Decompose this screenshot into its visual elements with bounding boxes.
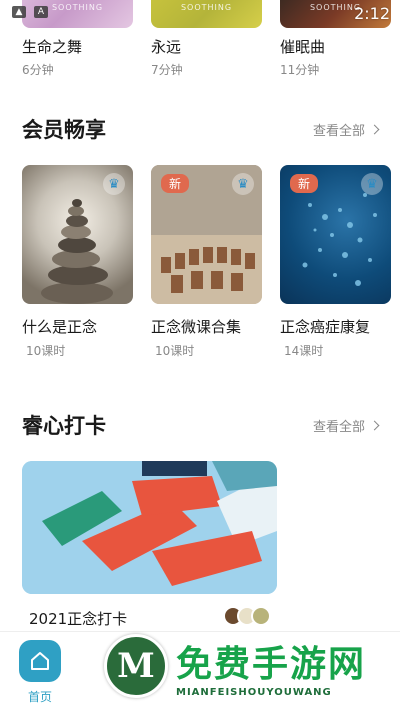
track-card[interactable]: SOOTHING 永远 7分钟	[151, 0, 262, 78]
text-notification-icon: A	[34, 6, 48, 18]
watermark-text: 免费手游网	[176, 643, 367, 685]
track-title: 永远	[151, 38, 182, 56]
crown-icon: ♛	[361, 173, 383, 195]
image-notification-icon: ▲	[12, 6, 26, 18]
joined-hands-image	[22, 461, 277, 594]
course-thumbnail: ♛	[22, 165, 133, 304]
checkin-section-header: 睿心打卡 查看全部	[22, 410, 380, 440]
new-badge: 新	[290, 174, 319, 193]
view-all-label: 查看全部	[312, 419, 365, 435]
track-brand: SOOTHING	[180, 3, 233, 12]
chevron-right-icon	[369, 124, 380, 134]
watermark: M 免费手游网 MIANFEISHOUYOUWANG	[104, 623, 400, 709]
member-section-header: 会员畅享 查看全部	[22, 114, 380, 144]
course-card[interactable]: 新 ♛ 正念癌症康复 14课时	[280, 165, 391, 359]
course-title: 什么是正念	[22, 318, 98, 336]
track-title: 生命之舞	[22, 38, 83, 56]
course-title: 正念微课合集	[151, 318, 242, 336]
track-duration: 7分钟	[151, 63, 183, 77]
nav-home-label: 首页	[27, 690, 52, 704]
watermark-logo-letter: M	[117, 646, 155, 686]
watermark-logo: M	[104, 634, 168, 698]
course-thumbnail: 新 ♛	[151, 165, 262, 304]
track-thumbnail: SOOTHING	[151, 0, 262, 28]
track-duration: 11分钟	[280, 63, 320, 77]
course-card[interactable]: 新 ♛ 正念微课合集 10课时	[151, 165, 262, 359]
crown-icon: ♛	[103, 173, 125, 195]
course-lessons: 14课时	[284, 344, 324, 358]
course-title: 正念癌症康复	[280, 318, 371, 336]
track-title: 催眠曲	[280, 38, 326, 56]
track-duration: 6分钟	[22, 63, 54, 77]
member-course-row: ♛ 什么是正念 10课时 新 ♛ 正念微课合集 10课时 新 ♛ 正念癌症康复 …	[22, 165, 391, 359]
new-badge: 新	[161, 174, 190, 193]
course-card[interactable]: ♛ 什么是正念 10课时	[22, 165, 133, 359]
course-thumbnail: 新 ♛	[280, 165, 391, 304]
course-lessons: 10课时	[26, 344, 66, 358]
section-title: 会员畅享	[22, 118, 106, 142]
status-clock: 2:12	[354, 4, 390, 23]
crown-icon: ♛	[232, 173, 254, 195]
top-track-row: SOOTHING 生命之舞 6分钟 SOOTHING 永远 7分钟 SOOTHI…	[22, 0, 391, 78]
member-view-all-link[interactable]: 查看全部	[312, 120, 380, 139]
nav-home[interactable]: 首页	[0, 632, 80, 711]
checkin-thumbnail	[22, 461, 277, 594]
checkin-card[interactable]: 2021正念打卡	[22, 461, 277, 629]
home-icon	[19, 640, 61, 682]
checkin-view-all-link[interactable]: 查看全部	[312, 416, 380, 435]
course-lessons: 10课时	[155, 344, 195, 358]
watermark-subtext: MIANFEISHOUYOUWANG	[176, 686, 332, 698]
section-title: 睿心打卡	[22, 414, 106, 438]
chevron-right-icon	[369, 420, 380, 430]
status-icons: ▲ A	[12, 6, 48, 18]
watermark-text-block: 免费手游网 MIANFEISHOUYOUWANG	[176, 635, 366, 698]
view-all-label: 查看全部	[312, 123, 365, 139]
